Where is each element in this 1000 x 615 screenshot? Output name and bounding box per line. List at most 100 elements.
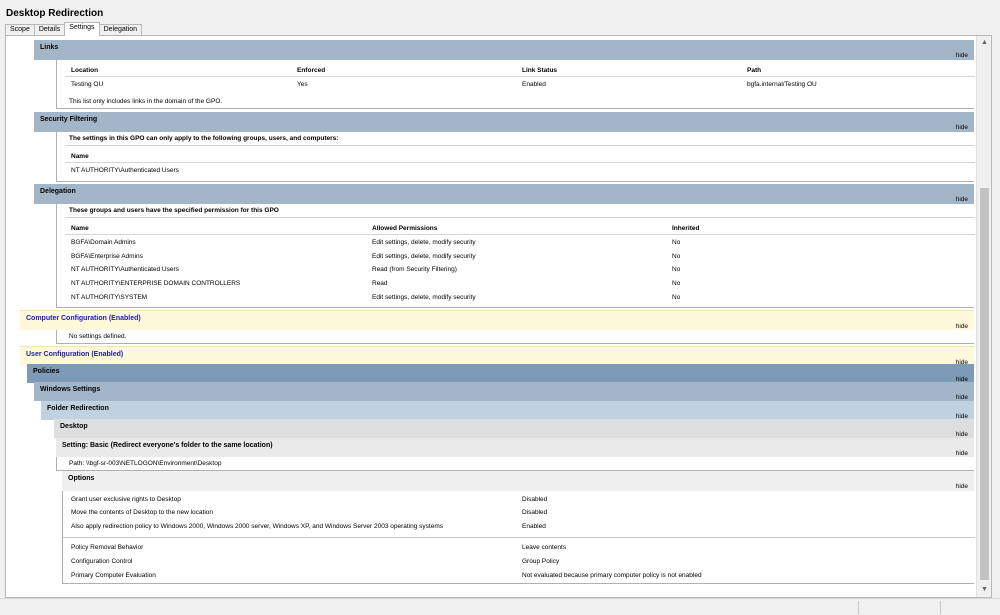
links-note: This list only includes links in the dom…: [69, 98, 223, 105]
delegation-hide-link[interactable]: hide: [956, 196, 968, 203]
delegation-row-inherited: No: [672, 294, 681, 301]
delegation-header: Delegation hide: [34, 184, 974, 204]
computer-config-title: Computer Configuration (Enabled): [26, 315, 141, 322]
delegation-col-name: Name: [71, 225, 89, 232]
delegation-row-name: NT AUTHORITY\SYSTEM: [71, 294, 148, 301]
desktop-title: Desktop: [60, 423, 88, 430]
delegation-row-name: NT AUTHORITY\Authenticated Users: [71, 266, 179, 273]
delegation-header-divider: [65, 234, 975, 235]
links-col-path: Path: [747, 67, 762, 74]
links-row-status: Enabled: [522, 81, 546, 88]
delegation-row-name: BGFA\Enterprise Admins: [71, 253, 143, 260]
delegation-row-name: BGFA\Domain Admins: [71, 239, 136, 246]
delegation-col-inherited: Inherited: [672, 225, 700, 232]
report-content: Links hide Location Enforced Link Status…: [6, 36, 976, 597]
user-config-title: User Configuration (Enabled): [26, 351, 124, 358]
links-hide-link[interactable]: hide: [956, 52, 968, 59]
security-col-name: Name: [71, 153, 89, 160]
windows-settings-header: Windows Settings hide: [34, 382, 974, 401]
window-title: Desktop Redirection: [6, 8, 104, 19]
delegation-row-inherited: No: [672, 239, 681, 246]
computer-config-body: No settings defined.: [56, 330, 974, 344]
vertical-scrollbar[interactable]: ▲ ▼: [976, 36, 991, 597]
status-bar-divider: [858, 601, 859, 614]
setting-basic-title: Setting: Basic (Redirect everyone's fold…: [62, 442, 273, 449]
computer-config-hide-link[interactable]: hide: [956, 323, 968, 330]
policy-row-value: Leave contents: [522, 544, 567, 551]
option-label: Move the contents of Desktop to the new …: [71, 509, 214, 516]
settings-panel: Links hide Location Enforced Link Status…: [5, 35, 992, 598]
security-hide-link[interactable]: hide: [956, 124, 968, 131]
computer-config-header: Computer Configuration (Enabled) hide: [20, 310, 974, 330]
folder-redirection-header: Folder Redirection hide: [41, 401, 974, 420]
delegation-description: These groups and users have the specifie…: [69, 207, 279, 214]
links-header-divider: [65, 76, 975, 77]
delegation-row-inherited: No: [672, 253, 681, 260]
links-row-path: bgfa.internal/Testing OU: [747, 81, 817, 88]
options-table: Grant user exclusive rights to Desktop D…: [62, 491, 975, 584]
folder-redirection-title: Folder Redirection: [47, 405, 109, 412]
delegation-row-permissions: Edit settings, delete, modify security: [372, 239, 476, 246]
policy-row-value: Not evaluated because primary computer p…: [522, 572, 702, 579]
policies-header: Policies hide: [27, 364, 974, 383]
status-bar-divider: [940, 601, 941, 614]
security-description: The settings in this GPO can only apply …: [69, 135, 339, 142]
tab-bar: Scope Details Settings Delegation: [5, 22, 143, 36]
option-value: Disabled: [522, 509, 548, 516]
path-row: Path: \\bgf-sr-003\NETLOGON\Environment\…: [56, 457, 974, 471]
desktop-header: Desktop hide: [54, 419, 974, 438]
delegation-row-permissions: Edit settings, delete, modify security: [372, 294, 476, 301]
windows-settings-title: Windows Settings: [40, 386, 101, 393]
delegation-col-permissions: Allowed Permissions: [372, 225, 438, 232]
delegation-row-name: NT AUTHORITY\ENTERPRISE DOMAIN CONTROLLE…: [71, 280, 241, 287]
delegation-row-permissions: Read (from Security Filtering): [372, 266, 457, 273]
delegation-title: Delegation: [40, 188, 76, 195]
tab-settings[interactable]: Settings: [64, 22, 100, 36]
scroll-down-arrow-icon[interactable]: ▼: [977, 583, 991, 597]
links-col-enforced: Enforced: [297, 67, 326, 74]
delegation-row-permissions: Read: [372, 280, 388, 287]
option-label: Grant user exclusive rights to Desktop: [71, 496, 181, 503]
setting-basic-hide-link[interactable]: hide: [956, 450, 968, 457]
delegation-row-permissions: Edit settings, delete, modify security: [372, 253, 476, 260]
options-title: Options: [68, 475, 95, 482]
links-col-status: Link Status: [522, 67, 558, 74]
policy-row-value: Group Policy: [522, 558, 560, 565]
links-col-location: Location: [71, 67, 99, 74]
option-value: Disabled: [522, 496, 548, 503]
user-config-header: User Configuration (Enabled) hide: [20, 346, 974, 366]
options-hide-link[interactable]: hide: [956, 483, 968, 490]
links-title: Links: [40, 44, 59, 51]
policies-title: Policies: [33, 368, 60, 375]
policy-row-label: Policy Removal Behavior: [71, 544, 144, 551]
links-header: Links hide: [34, 40, 974, 60]
windows-settings-hide-link[interactable]: hide: [956, 394, 968, 401]
delegation-row-inherited: No: [672, 280, 681, 287]
links-table: Location Enforced Link Status Path Testi…: [56, 60, 975, 109]
security-divider: [65, 145, 975, 146]
status-bar: [0, 598, 1000, 615]
options-divider: [63, 537, 975, 538]
redirection-path: Path: \\bgf-sr-003\NETLOGON\Environment\…: [69, 460, 222, 467]
setting-basic-header: Setting: Basic (Redirect everyone's fold…: [56, 438, 974, 457]
security-filtering-table: The settings in this GPO can only apply …: [56, 132, 975, 182]
gpo-report-window: Desktop Redirection Scope Details Settin…: [0, 0, 1000, 615]
delegation-row-inherited: No: [672, 266, 681, 273]
options-header: Options hide: [62, 471, 974, 491]
security-header-divider: [65, 162, 975, 163]
option-value: Enabled: [522, 523, 546, 530]
desktop-hide-link[interactable]: hide: [956, 431, 968, 438]
links-row-location: Testing OU: [71, 81, 104, 88]
delegation-table: These groups and users have the specifie…: [56, 204, 975, 308]
scroll-up-arrow-icon[interactable]: ▲: [977, 36, 991, 50]
scroll-thumb[interactable]: [980, 188, 989, 580]
option-label: Also apply redirection policy to Windows…: [71, 523, 444, 530]
security-row-name: NT AUTHORITY\Authenticated Users: [71, 167, 179, 174]
policy-row-label: Primary Computer Evaluation: [71, 572, 156, 579]
policy-row-label: Configuration Control: [71, 558, 133, 565]
computer-config-note: No settings defined.: [69, 333, 127, 340]
delegation-divider: [65, 217, 975, 218]
links-row-enforced: Yes: [297, 81, 308, 88]
security-filtering-title: Security Filtering: [40, 116, 98, 123]
security-filtering-header: Security Filtering hide: [34, 112, 974, 132]
